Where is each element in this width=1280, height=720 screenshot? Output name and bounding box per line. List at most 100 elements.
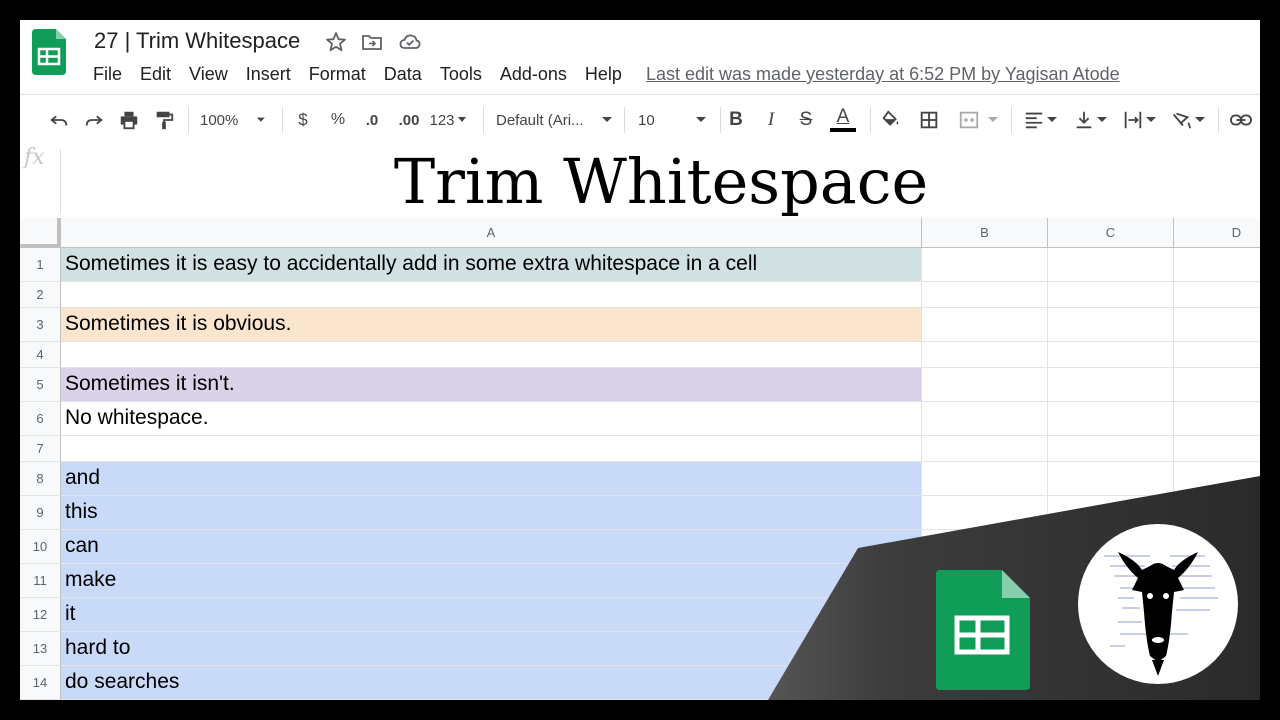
cell-b11[interactable] [922,564,1048,598]
cell-a7[interactable] [61,436,922,462]
last-edit-link[interactable]: Last edit was made yesterday at 6:52 PM … [646,64,1120,85]
cell-d14[interactable] [1174,666,1260,700]
insert-link-button[interactable] [1227,107,1255,133]
cell-a10[interactable]: can [61,530,922,564]
menu-insert[interactable]: Insert [237,64,300,85]
cell-a4[interactable] [61,342,922,368]
cell-d12[interactable] [1174,598,1260,632]
cell-c3[interactable] [1048,308,1174,342]
italic-button[interactable]: I [760,107,782,133]
menu-data[interactable]: Data [375,64,431,85]
cell-a3[interactable]: Sometimes it is obvious. [61,308,922,342]
cell-a8[interactable]: and [61,462,922,496]
row-header[interactable]: 12 [20,598,61,632]
text-color-button[interactable]: A [829,107,857,133]
cell-c9[interactable] [1048,496,1174,530]
zoom-select[interactable]: 100% [200,107,270,133]
menu-addons[interactable]: Add-ons [491,64,576,85]
cell-d6[interactable] [1174,402,1260,436]
bold-button[interactable]: B [725,107,747,133]
column-header-b[interactable]: B [922,218,1048,248]
fill-color-button[interactable] [878,107,904,133]
move-to-folder-icon[interactable] [360,30,384,54]
menu-edit[interactable]: Edit [131,64,180,85]
cell-d11[interactable] [1174,564,1260,598]
undo-button[interactable] [46,107,72,133]
select-all-corner[interactable] [20,218,61,248]
cell-b9[interactable] [922,496,1048,530]
menu-tools[interactable]: Tools [431,64,491,85]
cell-d1[interactable] [1174,248,1260,282]
menu-file[interactable]: File [84,64,131,85]
row-header[interactable]: 13 [20,632,61,666]
menu-format[interactable]: Format [300,64,375,85]
cell-b12[interactable] [922,598,1048,632]
star-icon[interactable] [324,30,348,54]
row-header[interactable]: 7 [20,436,61,462]
column-header-a[interactable]: A [61,218,922,248]
text-wrapping-button[interactable] [1119,107,1161,133]
merge-cells-button[interactable] [954,107,1004,133]
text-rotation-button[interactable] [1168,107,1210,133]
cell-b13[interactable] [922,632,1048,666]
cell-d4[interactable] [1174,342,1260,368]
column-header-d[interactable]: D [1174,218,1260,248]
sheets-logo-icon[interactable] [32,29,66,75]
cloud-status-icon[interactable] [398,30,422,54]
cell-c6[interactable] [1048,402,1174,436]
cell-b2[interactable] [922,282,1048,308]
cell-c13[interactable] [1048,632,1174,666]
cell-d8[interactable] [1174,462,1260,496]
cell-d10[interactable] [1174,530,1260,564]
cell-c8[interactable] [1048,462,1174,496]
cell-d5[interactable] [1174,368,1260,402]
cell-c7[interactable] [1048,436,1174,462]
paint-format-button[interactable] [151,107,177,133]
font-family-select[interactable]: Default (Ari... [496,107,614,133]
cell-c11[interactable] [1048,564,1174,598]
cell-c2[interactable] [1048,282,1174,308]
redo-button[interactable] [81,107,107,133]
currency-format-button[interactable]: $ [293,107,313,133]
row-header[interactable]: 8 [20,462,61,496]
cell-b6[interactable] [922,402,1048,436]
document-title[interactable]: 27 | Trim Whitespace [94,28,300,54]
cell-d3[interactable] [1174,308,1260,342]
cell-a6[interactable]: No whitespace. [61,402,922,436]
decrease-decimal-button[interactable]: .0 [360,107,384,133]
row-header[interactable]: 11 [20,564,61,598]
cell-d9[interactable] [1174,496,1260,530]
row-header[interactable]: 2 [20,282,61,308]
row-header[interactable]: 3 [20,308,61,342]
cell-c4[interactable] [1048,342,1174,368]
percent-format-button[interactable]: % [328,107,348,133]
menu-help[interactable]: Help [576,64,631,85]
cell-b1[interactable] [922,248,1048,282]
row-header[interactable]: 6 [20,402,61,436]
row-header[interactable]: 5 [20,368,61,402]
formula-input[interactable]: Trim Whitespace [62,145,1260,218]
cell-b14[interactable] [922,666,1048,700]
row-header[interactable]: 9 [20,496,61,530]
cell-a13[interactable]: hard to [61,632,922,666]
cell-a2[interactable] [61,282,922,308]
cell-a12[interactable]: it [61,598,922,632]
cell-b3[interactable] [922,308,1048,342]
row-header[interactable]: 1 [20,248,61,282]
menu-view[interactable]: View [180,64,237,85]
cell-a1[interactable]: Sometimes it is easy to accidentally add… [61,248,922,282]
cell-b5[interactable] [922,368,1048,402]
row-header[interactable]: 10 [20,530,61,564]
strikethrough-button[interactable]: S [795,107,817,133]
increase-decimal-button[interactable]: .00 [394,107,424,133]
cell-a5[interactable]: Sometimes it isn't. [61,368,922,402]
cell-d2[interactable] [1174,282,1260,308]
cell-d7[interactable] [1174,436,1260,462]
font-size-select[interactable]: 10 [638,107,708,133]
borders-button[interactable] [916,107,942,133]
cell-a14[interactable]: do searches [61,666,922,700]
cell-c14[interactable] [1048,666,1174,700]
cell-c1[interactable] [1048,248,1174,282]
row-header[interactable]: 14 [20,666,61,700]
more-formats-button[interactable]: 123 [428,107,470,133]
